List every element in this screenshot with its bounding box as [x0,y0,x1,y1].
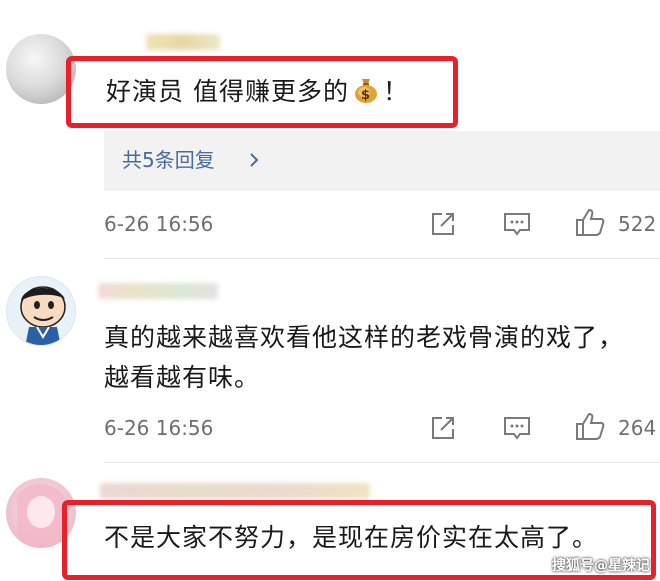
view-replies-link[interactable]: 共5条回复 [122,146,215,174]
divider [104,258,660,259]
watermark: 搜狐号@星辣记 [552,558,650,574]
avatar[interactable] [6,276,76,346]
comment-time: 6-26 16:56 [104,212,214,236]
divider [104,462,660,463]
chevron-right-icon [246,152,262,168]
like-count: 522 [618,212,657,236]
like-count: 264 [618,416,657,440]
blurred-username[interactable] [98,283,218,299]
comment-icon[interactable] [502,413,532,443]
blurred-username[interactable] [146,34,220,50]
thumbs-up-icon[interactable] [574,410,605,440]
comment-text: 真的越来越喜欢看他这样的老戏骨演的戏了，越看越有味。 [104,323,625,392]
thumbs-up-icon[interactable] [574,206,605,236]
blurred-username[interactable] [100,483,370,499]
share-icon[interactable] [428,209,458,239]
comment-time: 6-26 16:56 [104,416,214,440]
highlight-box [66,56,458,128]
comment-icon[interactable] [502,209,532,239]
share-icon[interactable] [428,413,458,443]
